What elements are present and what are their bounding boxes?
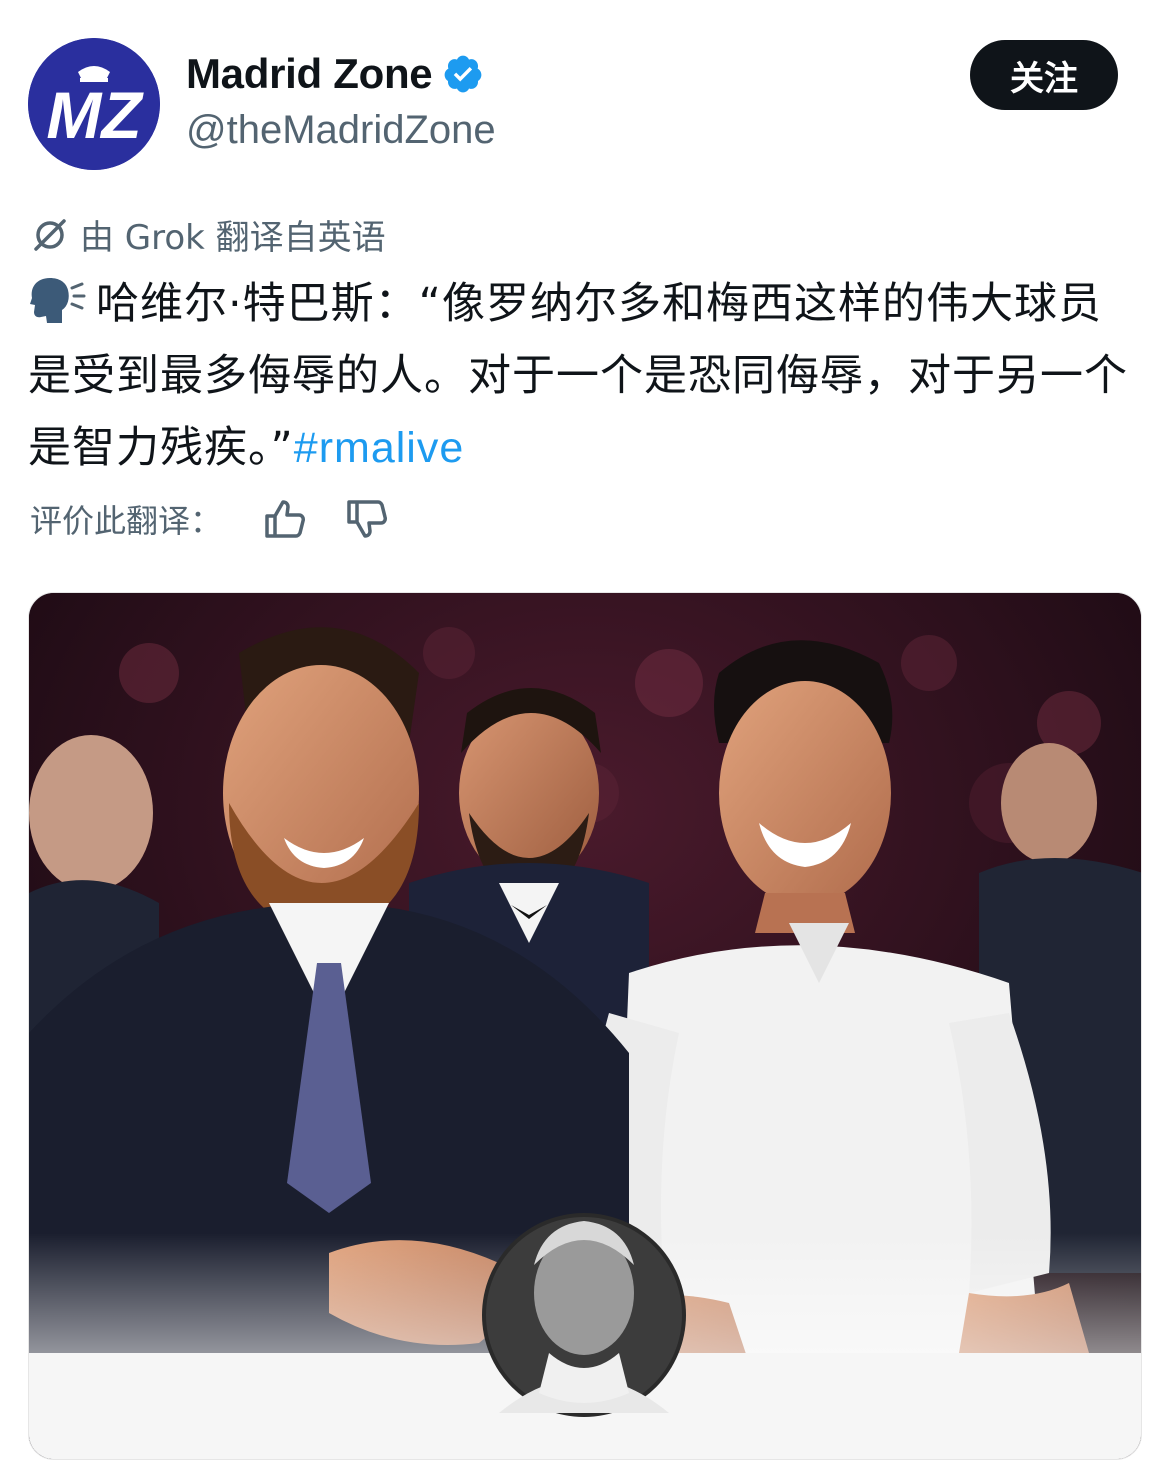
follow-button[interactable]: 关注 bbox=[970, 40, 1118, 110]
rate-translation-row: 评价此翻译： bbox=[30, 496, 426, 542]
author-name-row[interactable]: Madrid Zone bbox=[186, 50, 484, 98]
madrid-zone-logo: MZ bbox=[28, 38, 160, 170]
avatar[interactable]: MZ bbox=[28, 38, 160, 170]
tweet-card: MZ Madrid Zone @theMadridZone 关注 由 Grok … bbox=[0, 0, 1170, 1461]
thumbs-up-icon[interactable] bbox=[262, 496, 308, 542]
speaking-head-icon bbox=[30, 278, 86, 323]
translation-notice: 由 Grok 翻译自英语 bbox=[30, 210, 386, 259]
translation-notice-text: 由 Grok 翻译自英语 bbox=[80, 218, 386, 258]
thumbs-down-icon[interactable] bbox=[344, 496, 390, 542]
rate-translation-label: 评价此翻译： bbox=[30, 502, 223, 540]
hashtag-link[interactable]: #rmalive bbox=[294, 424, 465, 472]
tweet-body: 哈维尔·特巴斯：“像罗纳尔多和梅西这样的伟大球员是受到最多侮辱的人。对于一个是恐… bbox=[28, 279, 1128, 473]
display-name[interactable]: Madrid Zone bbox=[186, 50, 433, 98]
avatar-text: MZ bbox=[46, 78, 144, 152]
photo-two-players-seated bbox=[29, 593, 1141, 1459]
tweet-media-image[interactable] bbox=[28, 592, 1142, 1460]
author-handle[interactable]: @theMadridZone bbox=[186, 108, 496, 153]
inset-portrait bbox=[482, 1213, 686, 1417]
tweet-text: 哈维尔·特巴斯：“像罗纳尔多和梅西这样的伟大球员是受到最多侮辱的人。对于一个是恐… bbox=[28, 268, 1138, 484]
grok-icon bbox=[34, 218, 66, 251]
verified-badge-icon bbox=[444, 55, 482, 93]
